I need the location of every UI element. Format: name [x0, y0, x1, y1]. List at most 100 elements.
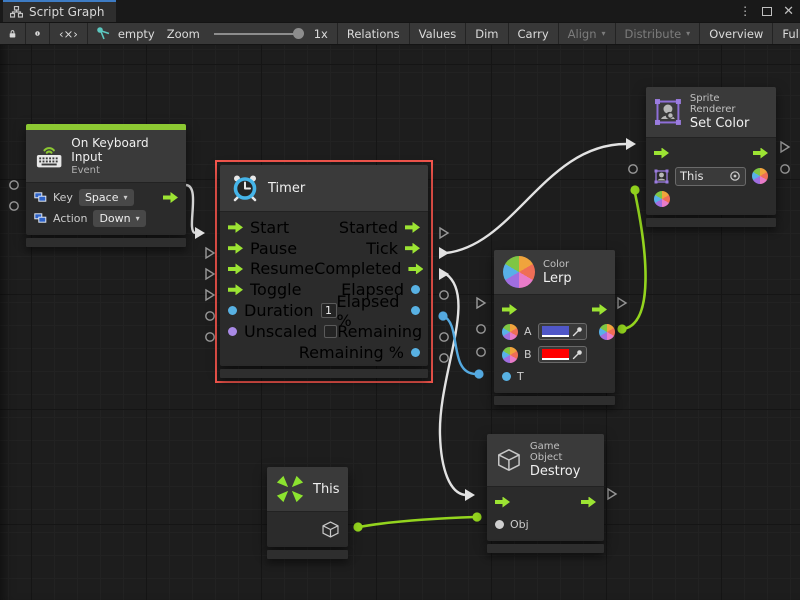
flow-in-port[interactable]: [228, 263, 243, 274]
timer-toggle-connector[interactable]: [206, 290, 214, 300]
lerp-t-connector[interactable]: [474, 369, 483, 378]
flow-out-port[interactable]: [408, 263, 423, 274]
flow-in-port[interactable]: [495, 497, 510, 508]
node-on-keyboard-input[interactable]: On Keyboard Input Event Key Space ▾: [26, 124, 186, 247]
close-icon[interactable]: ✕: [783, 5, 794, 18]
timer-duration-connector[interactable]: [206, 312, 214, 320]
graph-canvas[interactable]: On Keyboard Input Event Key Space ▾: [0, 45, 800, 600]
value-in-port[interactable]: [502, 372, 511, 381]
wire-tick-to-setcolor[interactable]: [446, 144, 626, 253]
color-in-port[interactable]: [502, 347, 518, 363]
timer-elapsed-connector[interactable]: [440, 291, 448, 299]
node-timer-selection[interactable]: Timer Start Started Pause Tick Resume Co…: [215, 160, 433, 383]
lerp-a-connector[interactable]: [477, 325, 485, 333]
keyboard-action-connector[interactable]: [10, 202, 18, 210]
lerp-flow-in-connector[interactable]: [477, 298, 485, 308]
key-dropdown[interactable]: Space ▾: [79, 189, 134, 206]
window-menu-icon[interactable]: ⋮: [739, 4, 751, 18]
value-in-port[interactable]: [495, 520, 504, 529]
timer-remaining-connector[interactable]: [440, 333, 448, 341]
value-out-port[interactable]: [411, 348, 420, 357]
setcolor-flow-in-connector[interactable]: [626, 138, 636, 150]
target-object-field[interactable]: This: [675, 167, 746, 186]
setcolor-color-connector[interactable]: [630, 185, 639, 194]
flow-out-port[interactable]: [581, 497, 596, 508]
setcolor-flow-out-connector[interactable]: [781, 142, 789, 152]
timer-elapsedpct-connector[interactable]: [438, 311, 447, 320]
lerp-a-row: A: [494, 320, 615, 343]
zoom-slider[interactable]: [214, 33, 300, 35]
object-picker-icon[interactable]: [729, 170, 741, 182]
color-a-field[interactable]: [538, 323, 587, 340]
node-destroy[interactable]: Game Object Destroy Obj: [487, 434, 604, 553]
timer-pause-connector[interactable]: [206, 248, 214, 258]
flow-out-port[interactable]: [592, 304, 607, 315]
color-in-port[interactable]: [654, 191, 670, 207]
timer-completed-connector[interactable]: [439, 268, 449, 280]
flow-in-port[interactable]: [228, 222, 243, 233]
overview-button[interactable]: Overview: [700, 23, 773, 44]
color-out-port[interactable]: [599, 324, 615, 340]
timer-start-connector[interactable]: [195, 227, 205, 239]
flow-out-port[interactable]: [405, 222, 420, 233]
game-object-out-port[interactable]: [321, 520, 340, 539]
destroy-flow-in-connector[interactable]: [465, 489, 475, 501]
info-button[interactable]: [26, 23, 50, 44]
wire-completed-to-destroy[interactable]: [440, 274, 465, 495]
fullscreen-button[interactable]: Full Screen: [773, 23, 800, 44]
align-button[interactable]: Align ▾: [559, 23, 616, 44]
value-out-port[interactable]: [411, 306, 420, 315]
setcolor-target-connector[interactable]: [629, 165, 637, 173]
values-button[interactable]: Values: [410, 23, 467, 44]
carry-button[interactable]: Carry: [509, 23, 559, 44]
color-a-swatch[interactable]: [542, 326, 569, 337]
wire-this-to-destroy-obj[interactable]: [359, 517, 475, 527]
port-label: A: [524, 325, 532, 338]
wire-keyboard-to-timer-start[interactable]: [186, 185, 195, 233]
destroy-obj-connector[interactable]: [472, 512, 481, 521]
dim-button[interactable]: Dim: [466, 23, 508, 44]
timer-started-connector[interactable]: [440, 228, 448, 238]
lerp-result-connector[interactable]: [617, 324, 626, 333]
node-this[interactable]: This: [267, 467, 348, 559]
maximize-icon[interactable]: [762, 7, 772, 16]
flow-in-port[interactable]: [654, 148, 669, 159]
eyedropper-icon[interactable]: [572, 349, 583, 360]
duration-input[interactable]: 1: [321, 303, 337, 318]
flow-in-port[interactable]: [228, 243, 243, 254]
node-footer: [26, 238, 186, 247]
keyboard-key-connector[interactable]: [10, 181, 18, 189]
unscaled-checkbox[interactable]: [324, 325, 337, 338]
distribute-button[interactable]: Distribute ▾: [616, 23, 701, 44]
action-dropdown[interactable]: Down ▾: [93, 210, 145, 227]
setcolor-result-connector[interactable]: [781, 165, 789, 173]
lerp-b-connector[interactable]: [477, 348, 485, 356]
eyedropper-icon[interactable]: [572, 326, 583, 337]
flow-in-port[interactable]: [502, 304, 517, 315]
timer-remainingpct-connector[interactable]: [440, 354, 448, 362]
relations-button[interactable]: Relations: [338, 23, 410, 44]
color-out-port[interactable]: [752, 168, 768, 184]
lerp-flow-out-connector[interactable]: [618, 298, 626, 308]
tab-script-graph[interactable]: Script Graph: [3, 0, 116, 22]
wire-lerp-to-setcolor-color[interactable]: [623, 193, 646, 329]
value-in-port[interactable]: [228, 327, 237, 336]
color-b-swatch[interactable]: [542, 349, 569, 360]
color-in-port[interactable]: [502, 324, 518, 340]
timer-resume-connector[interactable]: [206, 269, 214, 279]
flow-out-port[interactable]: [405, 243, 420, 254]
value-in-port[interactable]: [228, 306, 237, 315]
zoom-to-fit-button[interactable]: ‹×›: [50, 23, 88, 44]
node-set-color[interactable]: Sprite Renderer Set Color: [646, 87, 776, 227]
node-color-lerp[interactable]: Color Lerp A: [494, 250, 615, 405]
flow-out-port[interactable]: [753, 148, 768, 159]
destroy-flow-out-connector[interactable]: [608, 489, 616, 499]
flow-out-port[interactable]: [163, 192, 178, 203]
this-out-connector[interactable]: [353, 522, 362, 531]
timer-tick-connector[interactable]: [439, 247, 449, 259]
timer-unscaled-connector[interactable]: [206, 333, 214, 341]
color-b-field[interactable]: [538, 346, 587, 363]
flow-in-port[interactable]: [228, 284, 243, 295]
zoom-slider-handle[interactable]: [293, 28, 304, 39]
lock-button[interactable]: [0, 23, 26, 44]
